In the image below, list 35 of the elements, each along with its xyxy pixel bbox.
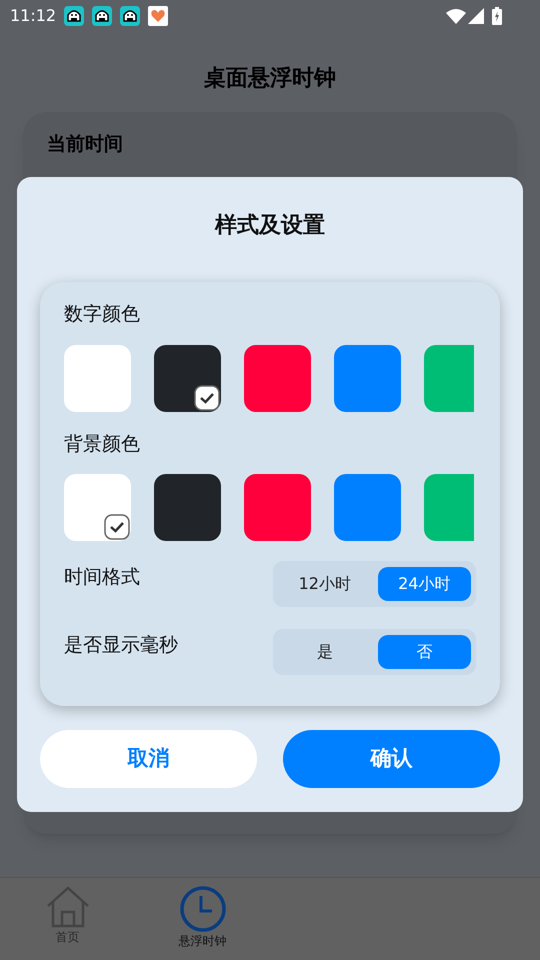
- clock-icon: [180, 886, 226, 932]
- color-swatch[interactable]: [424, 474, 474, 541]
- color-swatch[interactable]: [64, 474, 131, 541]
- color-swatch[interactable]: [154, 474, 221, 541]
- page-title: 桌面悬浮时钟: [203, 65, 337, 93]
- color-swatch[interactable]: [424, 344, 474, 412]
- home-icon: [46, 886, 90, 928]
- robot-icon: [64, 6, 84, 26]
- setting-label: 是否显示毫秒: [64, 633, 178, 658]
- nav-tab[interactable]: 悬浮时钟: [135, 878, 270, 960]
- setting-label: 时间格式: [64, 565, 140, 590]
- wifi-icon: [446, 8, 466, 24]
- color-swatch[interactable]: [64, 344, 131, 412]
- robot-icon: [92, 6, 112, 26]
- color-swatch[interactable]: [244, 344, 311, 412]
- color-swatch[interactable]: [244, 474, 311, 541]
- check-icon: [104, 514, 130, 540]
- color-swatch[interactable]: [334, 474, 401, 541]
- segment-option[interactable]: 12小时: [278, 567, 372, 601]
- section-label: 数字颜色: [64, 302, 140, 327]
- segment-option[interactable]: 24小时: [378, 567, 471, 601]
- cancel-button[interactable]: 取消: [40, 730, 257, 788]
- color-swatch[interactable]: [154, 344, 221, 412]
- status-time: 11:12: [10, 5, 56, 27]
- confirm-button[interactable]: 确认: [283, 730, 500, 788]
- segment-option[interactable]: 是: [278, 635, 372, 669]
- check-icon: [194, 384, 220, 410]
- robot-icon: [120, 6, 140, 26]
- segment-option[interactable]: 否: [378, 635, 471, 669]
- battery-icon: [492, 7, 502, 25]
- dialog-title: 样式及设置: [215, 212, 325, 240]
- signal-icon: [468, 8, 484, 24]
- card-label: 当前时间: [47, 133, 123, 155]
- color-swatch[interactable]: [334, 344, 401, 412]
- section-label: 背景颜色: [64, 432, 140, 456]
